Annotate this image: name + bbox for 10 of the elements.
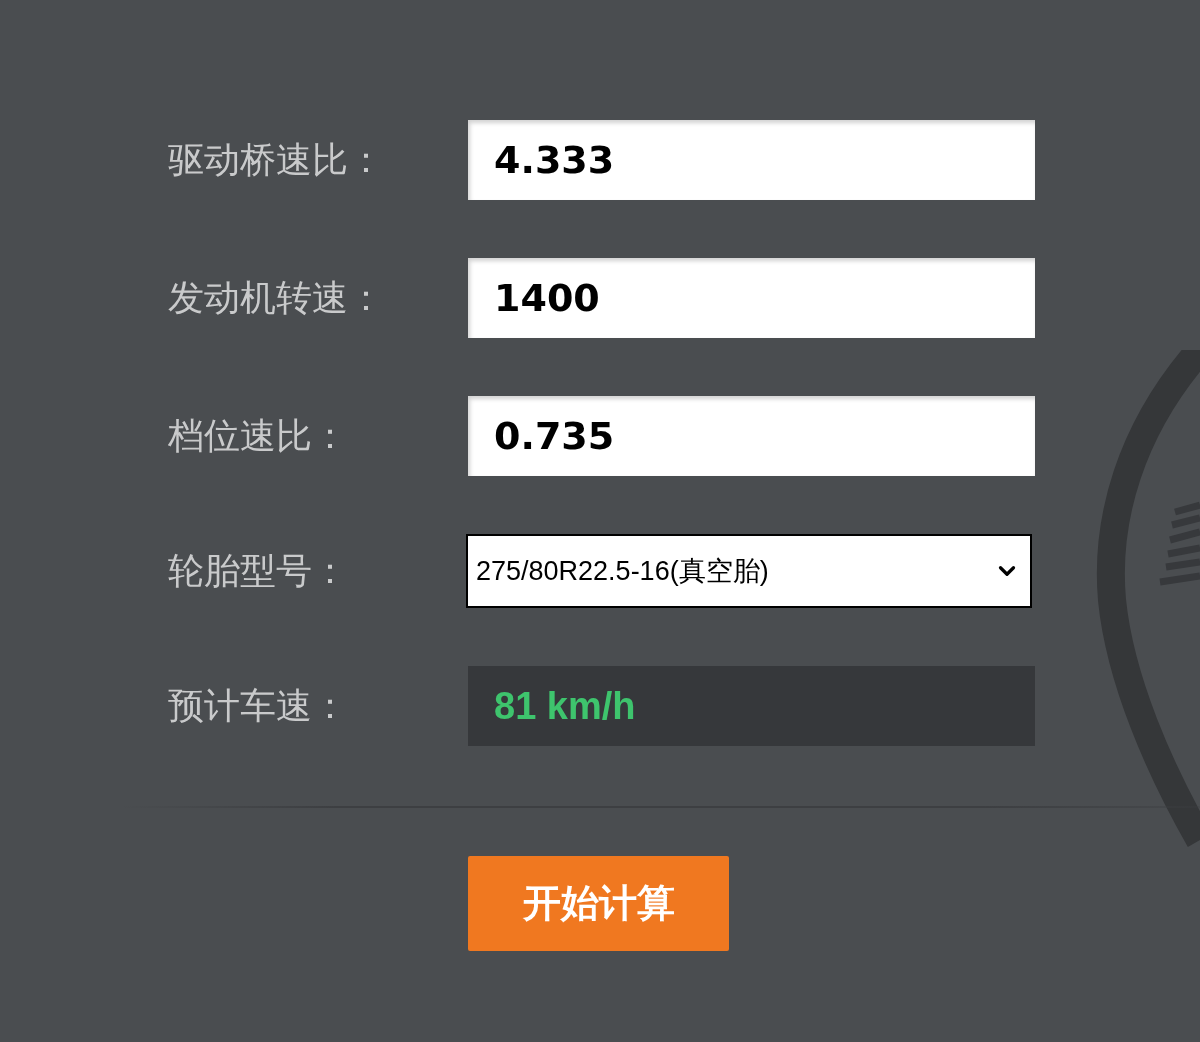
field-label: 驱动桥速比：	[168, 137, 385, 182]
field-label: 轮胎型号：	[168, 548, 349, 593]
result-field: 81 km/h	[468, 666, 1035, 746]
field-label: 预计车速：	[168, 683, 349, 728]
input-field[interactable]: 0.735	[468, 396, 1035, 476]
input-field[interactable]: 4.333	[468, 120, 1035, 200]
field-label: 档位速比：	[168, 413, 349, 458]
select-field[interactable]: 275/80R22.5-16(真空胎)	[466, 534, 1032, 608]
field-label: 发动机转速：	[168, 275, 385, 320]
input-field[interactable]: 1400	[468, 258, 1035, 338]
